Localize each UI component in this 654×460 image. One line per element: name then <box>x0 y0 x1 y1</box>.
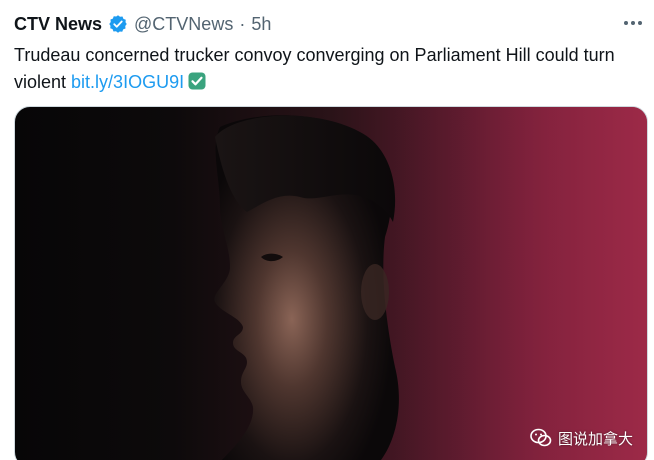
wechat-icon <box>530 428 552 449</box>
watermark: 图说加拿大 <box>530 428 633 449</box>
verified-badge-icon <box>108 14 128 34</box>
tweet-text: Trudeau concerned trucker convoy converg… <box>14 42 646 96</box>
watermark-text: 图说加拿大 <box>557 431 633 448</box>
tweet-header: CTV News @CTVNews · 5h <box>14 10 271 38</box>
separator-dot: · <box>239 13 246 34</box>
account-name[interactable]: CTV News <box>14 14 102 35</box>
tweet-card[interactable]: CTV News @CTVNews · 5h Trudeau concerned… <box>0 0 654 460</box>
check-mark-button-icon <box>188 71 206 90</box>
tweet-media-photo[interactable]: 图说加拿大 <box>14 106 648 460</box>
account-handle[interactable]: @CTVNews <box>134 14 233 35</box>
tweet-link[interactable]: bit.ly/3IOGU9I <box>71 72 184 92</box>
more-dots-icon[interactable] <box>622 12 644 34</box>
tweet-timestamp[interactable]: 5h <box>251 14 271 35</box>
photo-image <box>214 107 647 460</box>
